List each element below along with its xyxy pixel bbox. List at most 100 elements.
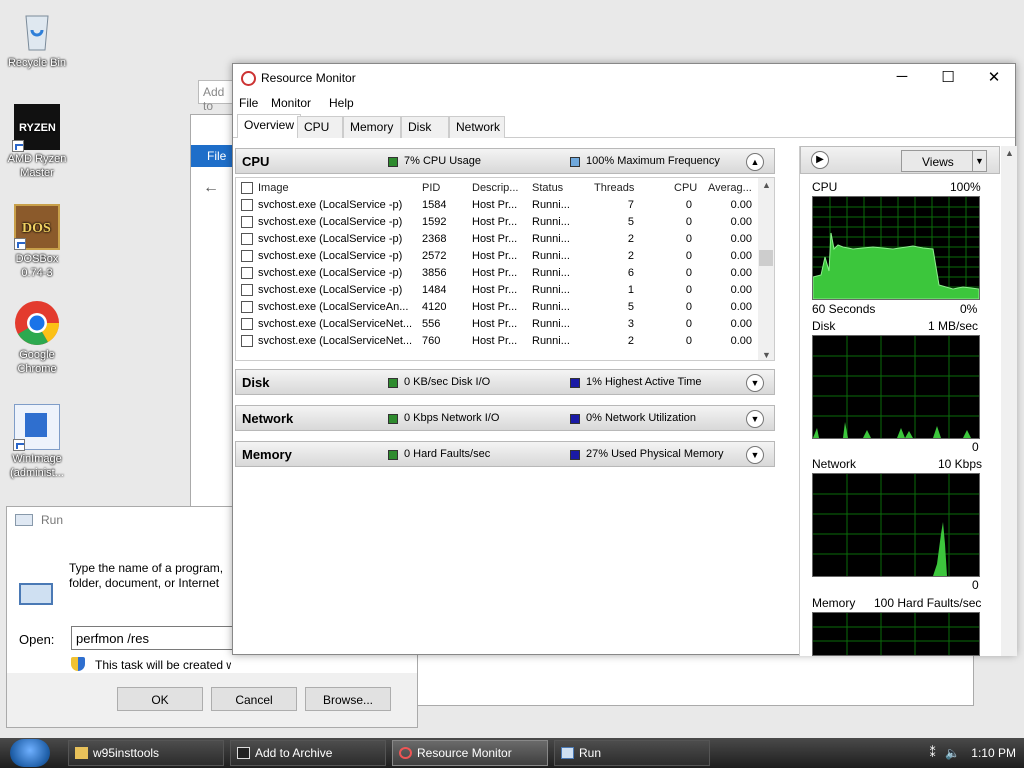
taskbar-btn-label: w95insttools: [93, 746, 160, 760]
desktop-icon-amd-ryzen-master[interactable]: RYZEN AMD Ryzen Master: [2, 104, 72, 180]
run-icon: [561, 747, 574, 759]
desktop-icon-recycle-bin[interactable]: Recycle Bin: [2, 8, 72, 70]
chevron-down-icon[interactable]: ▼: [746, 410, 764, 428]
col-threads[interactable]: Threads: [594, 182, 634, 194]
scroll-up-icon[interactable]: ▲: [1005, 148, 1014, 158]
menu-monitor[interactable]: Monitor: [271, 96, 311, 110]
start-button[interactable]: [10, 739, 50, 767]
col-pid[interactable]: PID: [422, 182, 440, 194]
cell-image: svchost.exe (LocalServiceNet...: [258, 335, 413, 347]
menu-help[interactable]: Help: [329, 96, 354, 110]
graph-pane: ▶ Views ▼ CPU 100% 60 Seconds 0% Disk 1 …: [799, 146, 1017, 656]
row-checkbox[interactable]: [241, 199, 253, 211]
row-checkbox[interactable]: [241, 267, 253, 279]
desktop-icon-google-chrome[interactable]: Google Chrome: [2, 300, 72, 376]
taskbar: w95insttools Add to Archive Resource Mon…: [0, 738, 1024, 768]
desktop-icon-dosbox[interactable]: DOS DOSBox 0.74-3: [2, 204, 72, 280]
cell-cpu: 0: [685, 216, 692, 228]
cell-status: Runni...: [532, 318, 570, 330]
tab-network[interactable]: Network: [449, 116, 505, 138]
menu-file[interactable]: File: [239, 96, 258, 110]
col-status[interactable]: Status: [532, 182, 563, 194]
tab-cpu[interactable]: CPU: [297, 116, 343, 138]
cell-threads: 2: [627, 250, 634, 262]
row-checkbox[interactable]: [241, 335, 253, 347]
taskbar-btn-w95insttools[interactable]: w95insttools: [68, 740, 224, 766]
max-frequency-stat: 100% Maximum Frequency: [586, 155, 720, 167]
taskbar-btn-add-to-archive[interactable]: Add to Archive: [230, 740, 386, 766]
desktop-icon-label: AMD Ryzen Master: [7, 153, 67, 179]
select-all-checkbox[interactable]: [241, 182, 253, 194]
cancel-button[interactable]: Cancel: [211, 687, 297, 711]
clock[interactable]: 1:10 PM: [971, 746, 1016, 760]
maximize-button[interactable]: ☐: [925, 64, 971, 92]
row-checkbox[interactable]: [241, 318, 253, 330]
table-row[interactable]: svchost.exe (LocalService -p) 3856 Host Pr…: [236, 265, 760, 282]
table-scrollbar[interactable]: ▲ ▼: [758, 178, 774, 360]
desktop-icon-label: DOSBox 0.74-3: [15, 253, 59, 279]
cell-description: Host Pr...: [472, 335, 518, 347]
cell-description: Host Pr...: [472, 284, 518, 296]
run-description: Type the name of a program, folder, docu…: [69, 561, 224, 593]
table-row[interactable]: svchost.exe (LocalService -p) 2368 Host Pr…: [236, 231, 760, 248]
table-row[interactable]: svchost.exe (LocalServiceNet... 760 Host P…: [236, 333, 760, 350]
desktop-icon-winimage[interactable]: WinImage (administ...: [2, 404, 72, 480]
archive-icon: [237, 747, 250, 759]
row-checkbox[interactable]: [241, 233, 253, 245]
taskbar-btn-resource-monitor[interactable]: Resource Monitor: [392, 740, 548, 766]
tab-overview[interactable]: Overview: [237, 114, 302, 138]
network-graph-max: 10 Kbps: [938, 457, 983, 471]
row-checkbox[interactable]: [241, 216, 253, 228]
disk-section-header[interactable]: Disk 0 KB/sec Disk I/O 1% Highest Active…: [235, 369, 775, 395]
views-dropdown[interactable]: Views ▼: [901, 150, 987, 172]
table-row[interactable]: svchost.exe (LocalService -p) 2572 Host Pr…: [236, 248, 760, 265]
section-title: Disk: [242, 375, 270, 390]
active-time-color-square: [570, 378, 580, 388]
cell-average: 0.00: [730, 318, 752, 330]
col-description[interactable]: Descrip...: [472, 182, 518, 194]
scroll-thumb[interactable]: [759, 250, 773, 266]
cell-pid: 1584: [422, 199, 447, 211]
collapse-pane-icon[interactable]: ▶: [811, 151, 829, 169]
cell-image: svchost.exe (LocalService -p): [258, 284, 403, 296]
cell-pid: 556: [422, 318, 441, 330]
table-row[interactable]: svchost.exe (LocalService -p) 1584 Host Pr…: [236, 197, 760, 214]
col-cpu[interactable]: CPU: [674, 182, 697, 194]
row-checkbox[interactable]: [241, 301, 253, 313]
table-row[interactable]: svchost.exe (LocalService -p) 1484 Host Pr…: [236, 282, 760, 299]
memory-section-header[interactable]: Memory 0 Hard Faults/sec 27% Used Physic…: [235, 441, 775, 467]
chevron-down-icon[interactable]: ▼: [746, 446, 764, 464]
scroll-up-icon[interactable]: ▲: [762, 180, 771, 190]
notification-icon[interactable]: ⁑: [930, 746, 936, 760]
col-image[interactable]: Image: [258, 182, 289, 194]
browse-button[interactable]: Browse...: [305, 687, 391, 711]
close-button[interactable]: ✕: [971, 64, 1017, 92]
recycle-bin-icon: [14, 8, 60, 54]
desktop-icon-label: Google Chrome: [17, 349, 57, 375]
chevron-up-icon[interactable]: ▲: [746, 153, 764, 171]
scroll-down-icon[interactable]: ▼: [762, 350, 771, 360]
col-average[interactable]: Averag...: [708, 182, 752, 194]
chevron-down-icon[interactable]: ▼: [746, 374, 764, 392]
cell-average: 0.00: [730, 233, 752, 245]
network-section-header[interactable]: Network 0 Kbps Network I/O 0% Network Ut…: [235, 405, 775, 431]
back-arrow-icon[interactable]: ←: [203, 179, 219, 197]
taskbar-btn-run[interactable]: Run: [554, 740, 710, 766]
cpu-section-header[interactable]: CPU 7% CPU Usage 100% Maximum Frequency …: [235, 148, 775, 174]
tab-memory[interactable]: Memory: [343, 116, 401, 138]
hard-faults-color-square: [388, 450, 398, 460]
minimize-button[interactable]: ─: [879, 64, 925, 92]
row-checkbox[interactable]: [241, 250, 253, 262]
row-checkbox[interactable]: [241, 284, 253, 296]
table-row[interactable]: svchost.exe (LocalServiceAn... 4120 Host P…: [236, 299, 760, 316]
tab-disk[interactable]: Disk: [401, 116, 449, 138]
ok-button[interactable]: OK: [117, 687, 203, 711]
used-memory-stat: 27% Used Physical Memory: [586, 448, 724, 460]
graph-pane-scrollbar[interactable]: ▲: [1001, 146, 1017, 656]
table-row[interactable]: svchost.exe (LocalService -p) 1592 Host Pr…: [236, 214, 760, 231]
speaker-icon[interactable]: 🔈: [945, 746, 960, 760]
table-row[interactable]: svchost.exe (LocalServiceNet... 556 Host P…: [236, 316, 760, 333]
window-title: Resource Monitor: [261, 71, 356, 85]
open-input[interactable]: perfmon /res: [71, 626, 241, 650]
disk-graph-max: 1 MB/sec: [928, 319, 979, 333]
